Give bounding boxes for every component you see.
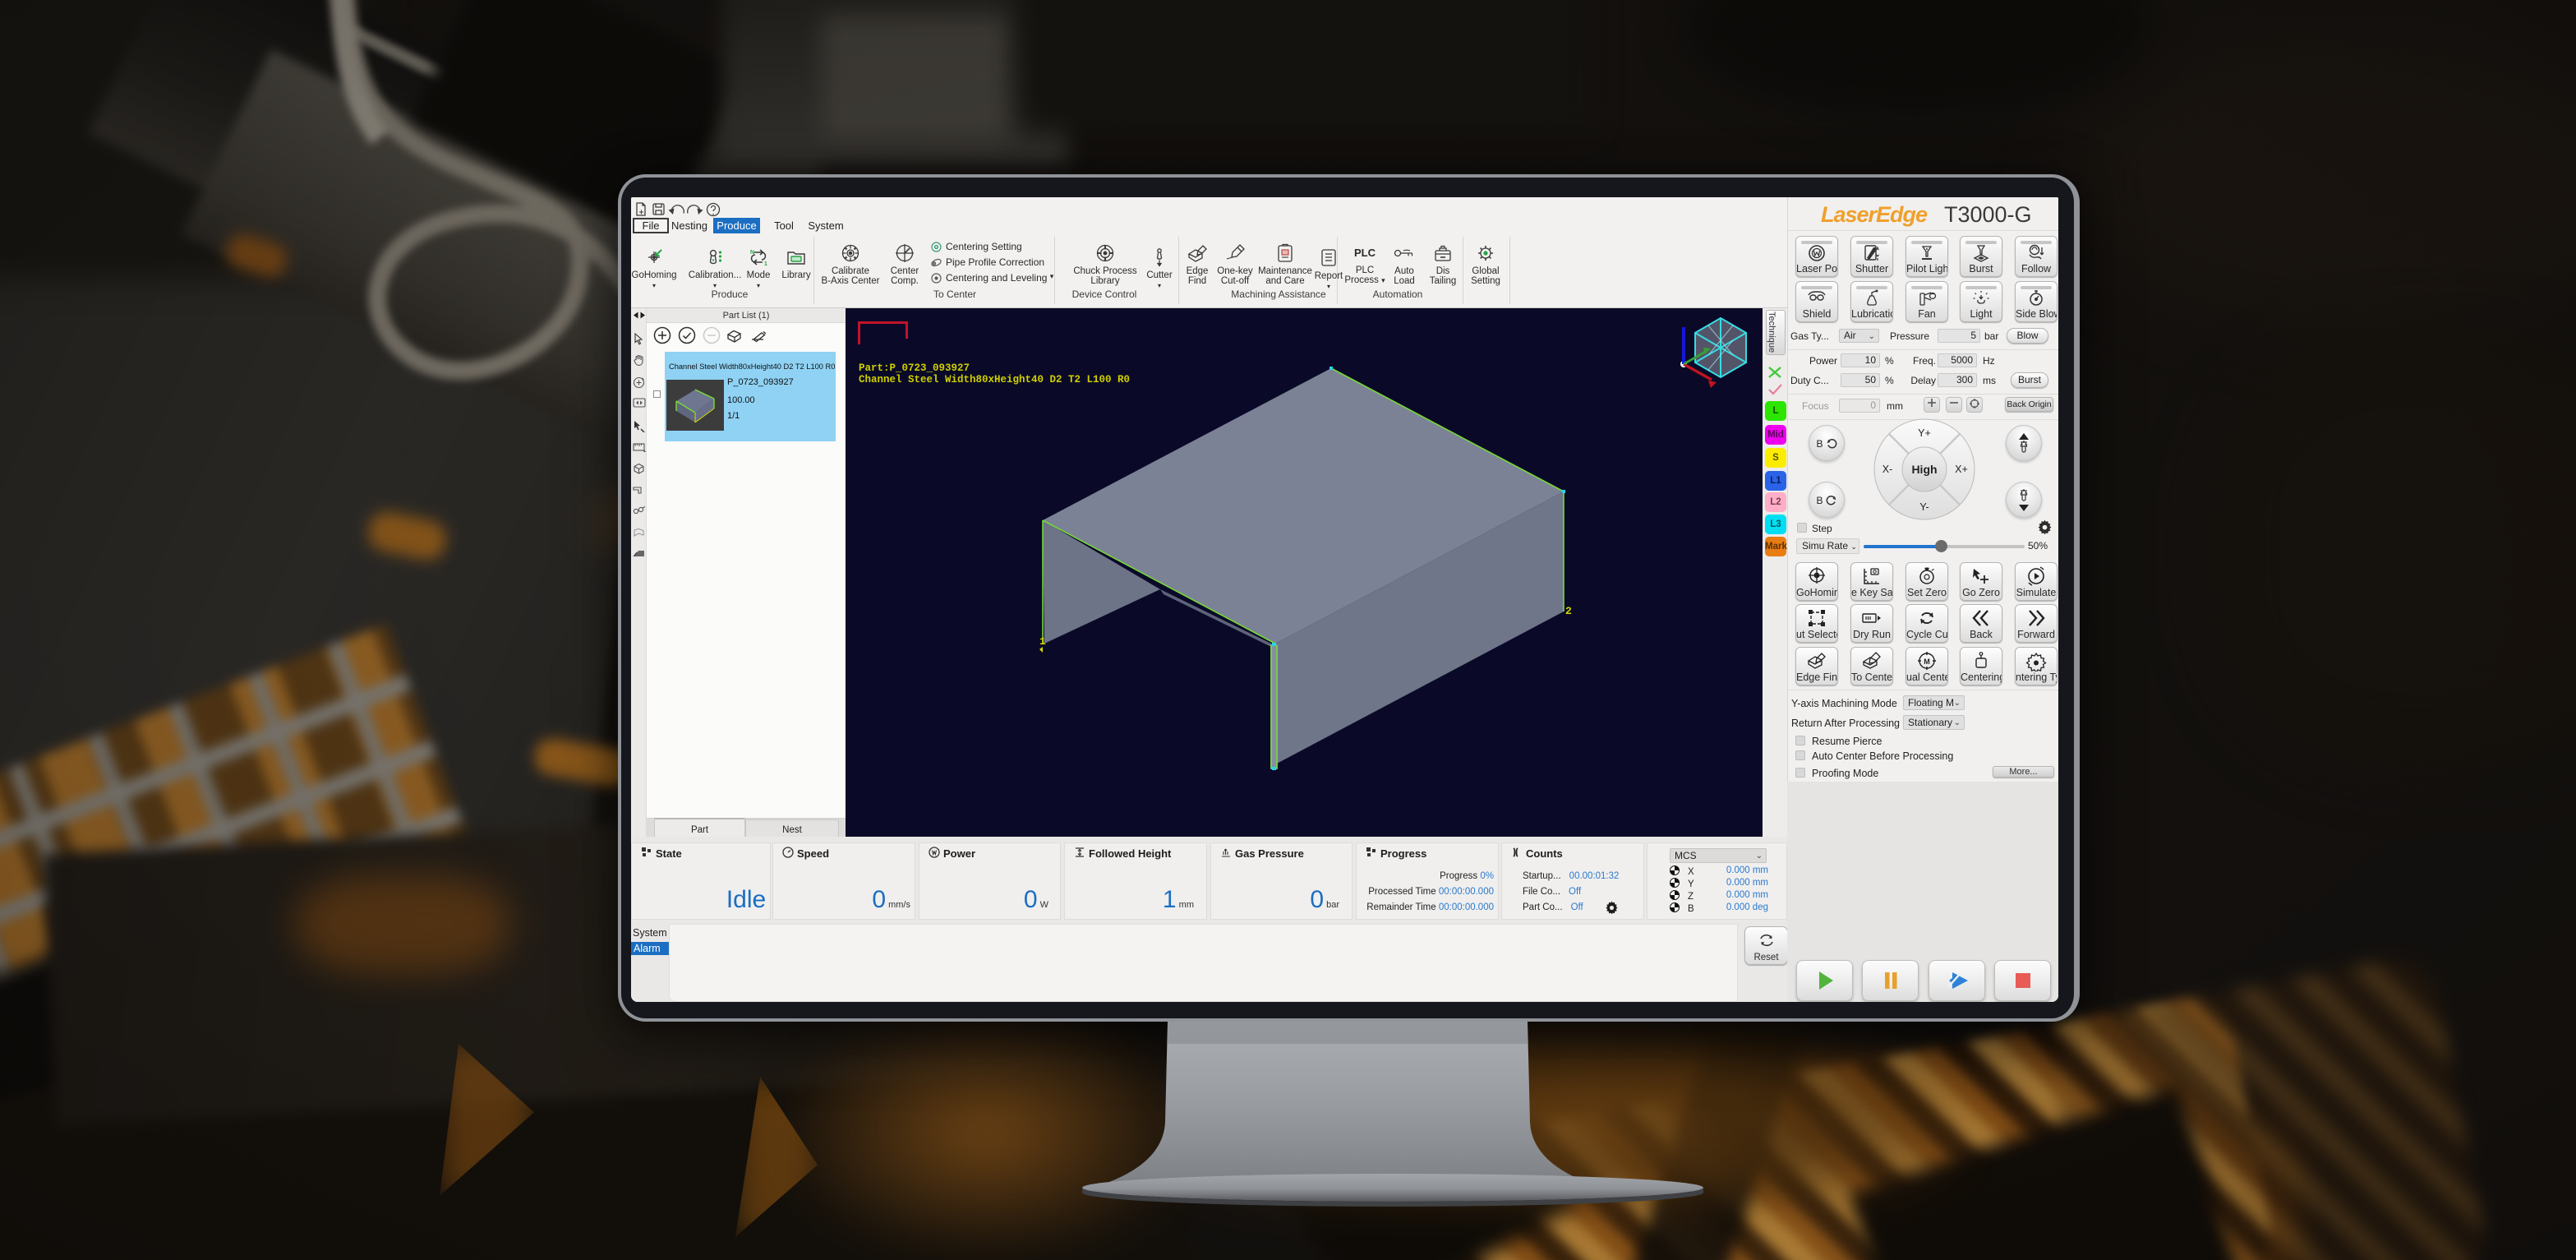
svg-text:High: High (1911, 463, 1937, 476)
svg-text:M: M (1924, 658, 1930, 666)
svg-text:Y-: Y- (1919, 501, 1929, 513)
svg-text:Channel Steel Width80xHeight40: Channel Steel Width80xHeight40 D2 T2 L10… (859, 374, 1130, 385)
svg-text:N: N (750, 250, 754, 256)
svg-text:2: 2 (1565, 605, 1572, 617)
svg-text:1: 1 (1039, 635, 1046, 648)
svg-text:1: 1 (764, 261, 767, 267)
svg-text:Part:P_0723_093927: Part:P_0723_093927 (859, 362, 970, 374)
svg-text:X-: X- (1882, 464, 1893, 475)
svg-text:Y+: Y+ (1918, 427, 1931, 439)
svg-text:X+: X+ (1955, 464, 1968, 475)
